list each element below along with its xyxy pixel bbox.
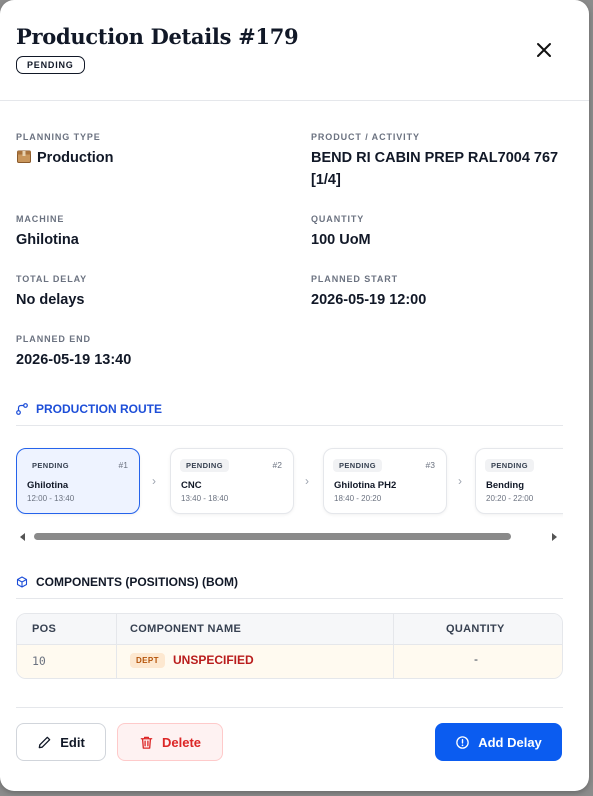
pencil-icon	[38, 736, 51, 748]
col-header-pos: POS	[32, 623, 57, 635]
chevron-right-icon: ›	[152, 474, 156, 488]
delete-label: Delete	[161, 734, 202, 750]
scroll-left-arrow-icon[interactable]	[20, 533, 25, 541]
quantity-label: QUANTITY	[311, 214, 365, 224]
delete-button[interactable]: Delete	[117, 723, 223, 761]
planned-start-label: PLANNED START	[311, 274, 399, 284]
package-icon	[17, 150, 31, 163]
quantity-value: 100 UoM	[311, 232, 371, 248]
step-time: 13:40 - 18:40	[181, 494, 229, 503]
production-route-title: PRODUCTION ROUTE	[36, 402, 162, 416]
route-steps-scroll[interactable]: PENDING #1 Ghilotina 12:00 - 13:40 › PEN…	[16, 444, 563, 526]
production-details-modal: Production Details #179 PENDING PLANNING…	[0, 0, 589, 791]
step-machine: CNC	[181, 480, 202, 491]
cell-component-name: UNSPECIFIED	[173, 653, 254, 667]
modal-header: Production Details #179 PENDING	[0, 0, 589, 101]
planned-end-label: PLANNED END	[16, 334, 91, 344]
step-number: #1	[118, 460, 128, 470]
route-step-card[interactable]: PENDING #3 Ghilotina PH2 18:40 - 20:20	[323, 448, 447, 514]
step-number: #3	[425, 460, 435, 470]
planned-start-value: 2026-05-19 12:00	[311, 292, 427, 308]
scrollbar-thumb[interactable]	[34, 533, 511, 540]
route-scrollbar[interactable]	[16, 530, 563, 544]
alert-circle-icon	[456, 735, 469, 749]
chevron-right-icon: ›	[305, 474, 309, 488]
components-heading: COMPONENTS (POSITIONS) (BOM)	[16, 575, 238, 589]
trash-icon	[140, 736, 153, 749]
close-button[interactable]	[532, 38, 556, 62]
edit-button[interactable]: Edit	[16, 723, 106, 761]
cube-icon	[16, 576, 28, 588]
components-table: POS COMPONENT NAME QUANTITY 10 DEPT UNSP…	[16, 613, 563, 679]
step-status-badge: PENDING	[485, 459, 534, 472]
col-header-quantity: QUANTITY	[446, 623, 505, 635]
dept-badge: DEPT	[130, 653, 165, 668]
product-line-1: BEND RI CABIN PREP RAL7004 767	[311, 150, 559, 166]
cell-pos: 10	[32, 654, 46, 668]
product-activity-label: PRODUCT / ACTIVITY	[311, 132, 420, 142]
planning-type-text: Production	[37, 150, 114, 166]
column-divider	[393, 614, 394, 678]
product-activity-value: BEND RI CABIN PREP RAL7004 767 [1/4]	[311, 147, 571, 191]
footer-divider	[16, 707, 563, 708]
column-divider	[116, 614, 117, 678]
step-machine: Ghilotina PH2	[334, 480, 397, 491]
production-route-heading: PRODUCTION ROUTE	[16, 402, 162, 416]
route-step-card[interactable]: PENDING #4 Bending 20:20 - 22:00	[475, 448, 563, 514]
cell-quantity: -	[474, 652, 478, 666]
add-delay-button[interactable]: Add Delay	[435, 723, 562, 761]
step-status-badge: PENDING	[333, 459, 382, 472]
add-delay-label: Add Delay	[478, 734, 542, 750]
machine-label: MACHINE	[16, 214, 65, 224]
divider	[16, 425, 563, 426]
step-machine: Bending	[486, 480, 524, 491]
route-step-card[interactable]: PENDING #1 Ghilotina 12:00 - 13:40	[16, 448, 140, 514]
route-step-card[interactable]: PENDING #2 CNC 13:40 - 18:40	[170, 448, 294, 514]
chevron-right-icon: ›	[458, 474, 462, 488]
scroll-right-arrow-icon[interactable]	[552, 533, 557, 541]
step-time: 18:40 - 20:20	[334, 494, 382, 503]
step-time: 12:00 - 13:40	[27, 494, 75, 503]
step-status-badge: PENDING	[180, 459, 229, 472]
planned-end-value: 2026-05-19 13:40	[16, 352, 132, 368]
table-header: POS COMPONENT NAME QUANTITY	[17, 614, 562, 645]
close-icon	[537, 43, 551, 57]
edit-label: Edit	[60, 734, 85, 750]
step-machine: Ghilotina	[27, 480, 69, 491]
planning-type-label: PLANNING TYPE	[16, 132, 101, 142]
components-title: COMPONENTS (POSITIONS) (BOM)	[36, 575, 238, 589]
machine-value: Ghilotina	[16, 232, 79, 248]
total-delay-value: No delays	[16, 292, 85, 308]
total-delay-label: TOTAL DELAY	[16, 274, 88, 284]
product-line-2: [1/4]	[311, 172, 341, 188]
step-status-badge: PENDING	[32, 461, 69, 470]
route-icon	[16, 403, 28, 415]
modal-title: Production Details #179	[16, 24, 299, 49]
table-row[interactable]: 10 DEPT UNSPECIFIED -	[17, 645, 562, 678]
step-time: 20:20 - 22:00	[486, 494, 534, 503]
planning-type-value: Production	[16, 147, 114, 169]
status-badge: PENDING	[16, 56, 85, 74]
col-header-component-name: COMPONENT NAME	[130, 623, 242, 635]
step-number: #2	[272, 460, 282, 470]
divider	[16, 598, 563, 599]
